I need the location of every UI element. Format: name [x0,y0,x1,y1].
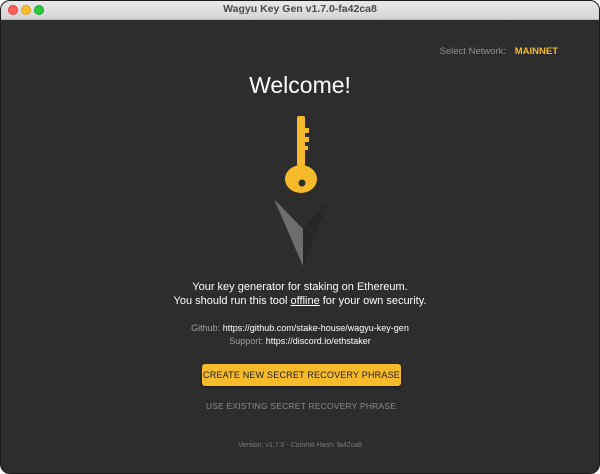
tagline-line-2: You should run this tool offline for you… [1,295,599,307]
github-link[interactable]: https://github.com/stake-house/wagyu-key… [223,323,409,333]
page-title: Welcome! [249,72,351,98]
app-window: Wagyu Key Gen v1.7.0-fa42ca8 Select Netw… [0,0,600,474]
network-selector: Select Network: MAINNET [440,46,558,57]
network-label: Select Network: [439,46,507,57]
github-row: Github: https://github.com/stake-house/w… [1,323,599,333]
tagline-line-1: Your key generator for staking on Ethere… [192,281,408,293]
support-label: Support: [229,336,264,346]
offline-emphasis: offline [290,295,320,307]
github-label: Github: [191,323,221,333]
network-dropdown[interactable]: MAINNET [515,46,558,57]
support-link[interactable]: https://discord.io/ethstaker [266,336,371,346]
use-existing-phrase-button[interactable]: USE EXISTING SECRET RECOVERY PHRASE [191,398,411,414]
create-new-phrase-button[interactable]: CREATE NEW SECRET RECOVERY PHRASE [202,364,401,386]
window-title: Wagyu Key Gen v1.7.0-fa42ca8 [223,3,377,15]
tagline-line-2-start: You should run this tool [173,295,291,307]
main-content: Select Network: MAINNET Welcome! Your ke… [1,20,599,473]
version-footer: Version: v1.7.0 - Commit Hash: fa42ca8 [238,442,362,449]
support-row: Support: https://discord.io/ethstaker [1,336,599,346]
key-logo-icon [274,116,328,266]
tagline-line-2-end: for your own security. [319,295,427,307]
title-bar: Wagyu Key Gen v1.7.0-fa42ca8 [1,1,599,20]
